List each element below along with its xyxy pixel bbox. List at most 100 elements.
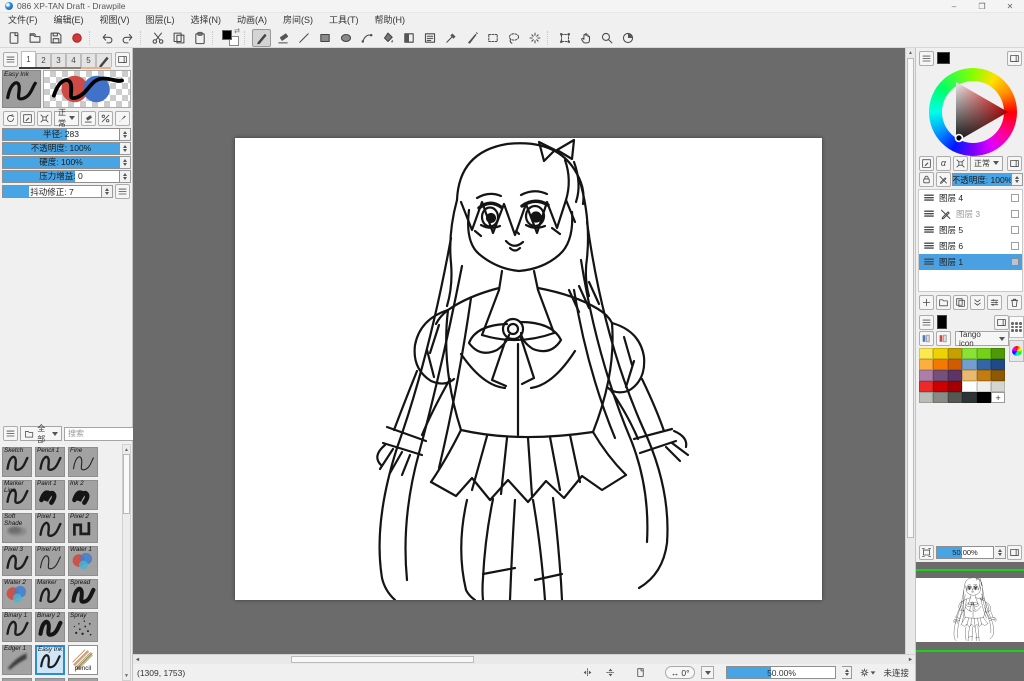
tab-color-wheel[interactable] bbox=[1009, 340, 1024, 362]
brush-slot-tab-5[interactable]: 5 bbox=[81, 53, 96, 67]
layer-row[interactable]: 图层 5 bbox=[919, 222, 1022, 238]
layer-visibility-checkbox[interactable] bbox=[1011, 194, 1019, 202]
brush-preset-spread[interactable]: Spread bbox=[68, 579, 98, 609]
eraser-mode-button[interactable] bbox=[81, 111, 96, 126]
palette-swatch[interactable] bbox=[933, 381, 947, 392]
annotation-button[interactable] bbox=[420, 29, 439, 47]
scroll-up-icon[interactable]: ▲ bbox=[906, 48, 915, 57]
layer-row[interactable]: 图层 3 bbox=[919, 206, 1022, 222]
palette-swatch[interactable] bbox=[977, 392, 991, 403]
brush-slot-tab-4[interactable]: 4 bbox=[66, 53, 81, 67]
line-button[interactable] bbox=[294, 29, 313, 47]
brush-slider[interactable]: 抖动修正: 7 bbox=[2, 185, 102, 198]
layer-row[interactable]: 图层 1 bbox=[919, 254, 1022, 270]
layer-row[interactable]: 图层 4 bbox=[919, 190, 1022, 206]
brush-preset-pixel-3[interactable]: Pixel 3 bbox=[2, 546, 32, 576]
magic-wand-button[interactable] bbox=[525, 29, 544, 47]
delete-layer-button[interactable] bbox=[1007, 295, 1022, 310]
spread-button[interactable] bbox=[37, 111, 52, 126]
navigator-frame-button[interactable] bbox=[919, 545, 934, 560]
record-button[interactable] bbox=[67, 29, 86, 47]
brush-preset-marker-line[interactable]: Marker Line bbox=[2, 480, 32, 510]
brush-preset-water-2[interactable]: Water 2 bbox=[2, 579, 32, 609]
palette-add-color-button[interactable] bbox=[919, 331, 934, 346]
slider-spinner[interactable] bbox=[120, 170, 131, 183]
color-wheel[interactable] bbox=[929, 68, 1017, 156]
menu-item[interactable]: 房间(S) bbox=[275, 13, 321, 28]
percent-mode-button[interactable] bbox=[98, 111, 113, 126]
copy-button[interactable] bbox=[169, 29, 188, 47]
ellipse-tool-button[interactable] bbox=[336, 29, 355, 47]
brush-slot-tab-2[interactable]: 2 bbox=[36, 53, 51, 67]
layer-blend-mode-select[interactable]: 正常 bbox=[970, 156, 1003, 171]
navigator-zoom-spinner[interactable] bbox=[995, 546, 1006, 559]
palette-swatch[interactable] bbox=[991, 359, 1005, 370]
brush-preset-binary-2[interactable]: Binary 2 bbox=[35, 612, 65, 642]
brush-preset-thumbnail[interactable]: Easy Ink bbox=[2, 70, 41, 108]
layer-properties-button[interactable] bbox=[987, 295, 1002, 310]
saturation-triangle[interactable] bbox=[929, 68, 1017, 156]
layer-lock-button[interactable] bbox=[919, 172, 934, 187]
close-button[interactable]: ✕ bbox=[996, 0, 1024, 13]
brush-preset-pixel-art[interactable]: Pixel Art bbox=[35, 546, 65, 576]
preset-filter-select[interactable]: 全部 bbox=[20, 426, 62, 441]
brush-preset-ink-2[interactable]: Ink 2 bbox=[68, 480, 98, 510]
slider-spinner[interactable] bbox=[120, 142, 131, 155]
slider-spinner[interactable] bbox=[120, 156, 131, 169]
preset-dock-menu-button[interactable] bbox=[3, 426, 18, 441]
brush-slider[interactable]: 压力增益: 0 bbox=[2, 170, 120, 183]
layer-opacity-spinner[interactable] bbox=[1012, 173, 1023, 186]
palette-swatch[interactable] bbox=[977, 359, 991, 370]
view-settings-button[interactable] bbox=[859, 665, 876, 680]
brush-preset-pencil-1[interactable]: Pencil 1 bbox=[35, 447, 65, 477]
palette-swatch[interactable] bbox=[991, 348, 1005, 359]
palette-swatch[interactable] bbox=[948, 348, 962, 359]
brush-preset-edger-1[interactable]: Edger 1 bbox=[2, 645, 32, 675]
gradient-button[interactable] bbox=[399, 29, 418, 47]
zoom-button[interactable] bbox=[597, 29, 616, 47]
merge-layer-button[interactable] bbox=[970, 295, 985, 310]
menu-item[interactable]: 帮助(H) bbox=[367, 13, 414, 28]
brush-dock-menu-button[interactable] bbox=[3, 52, 18, 67]
smoothing-config-button[interactable] bbox=[115, 184, 130, 199]
fill-button[interactable] bbox=[378, 29, 397, 47]
pan-button[interactable] bbox=[576, 29, 595, 47]
palette-swatch[interactable] bbox=[977, 381, 991, 392]
menu-item[interactable]: 工具(T) bbox=[321, 13, 367, 28]
slider-spinner[interactable] bbox=[120, 128, 131, 141]
brush-preset-marker[interactable]: Marker bbox=[35, 579, 65, 609]
add-group-button[interactable] bbox=[936, 295, 951, 310]
brush-preset-spray[interactable]: Spray bbox=[68, 612, 98, 642]
drawing-canvas[interactable] bbox=[235, 138, 822, 600]
menu-item[interactable]: 动画(A) bbox=[229, 13, 275, 28]
palette-swatch[interactable] bbox=[948, 370, 962, 381]
reset-brush-button[interactable] bbox=[3, 111, 18, 126]
palette-swatch[interactable] bbox=[933, 370, 947, 381]
menu-item[interactable]: 选择(N) bbox=[183, 13, 230, 28]
palette-swatch[interactable] bbox=[991, 381, 1005, 392]
brush-preset-pixel-2[interactable]: Pixel 2 bbox=[68, 513, 98, 543]
color-dock-menu-button[interactable] bbox=[919, 51, 934, 66]
lasso-button[interactable] bbox=[504, 29, 523, 47]
add-layer-button[interactable] bbox=[919, 295, 934, 310]
tab-palette[interactable] bbox=[1009, 316, 1024, 338]
navigator-config-button[interactable] bbox=[1007, 545, 1022, 560]
palette-add-swatch-button[interactable]: + bbox=[991, 392, 1005, 403]
layer-view-mode-button[interactable] bbox=[919, 156, 934, 171]
palette-swatch[interactable] bbox=[933, 392, 947, 403]
brush-slot-tab-1[interactable]: 1 bbox=[21, 51, 36, 67]
palette-swatch[interactable] bbox=[919, 370, 933, 381]
brush-slot-tab-3[interactable]: 3 bbox=[51, 53, 66, 67]
brush-tab-pen[interactable] bbox=[96, 53, 112, 67]
palette-swatch[interactable] bbox=[933, 359, 947, 370]
save-button[interactable] bbox=[46, 29, 65, 47]
palette-swatch[interactable] bbox=[919, 392, 933, 403]
rotation-dropdown-button[interactable] bbox=[701, 666, 714, 679]
palette-swatch[interactable] bbox=[977, 370, 991, 381]
brush-slider[interactable]: 硬度: 100% bbox=[2, 156, 120, 169]
foreground-background-swatches[interactable]: ⇄ bbox=[222, 29, 239, 46]
palette-swatch[interactable] bbox=[962, 370, 976, 381]
layer-visibility-checkbox[interactable] bbox=[1011, 242, 1019, 250]
zoom-spinner[interactable] bbox=[842, 666, 852, 679]
scroll-up-icon[interactable]: ▲ bbox=[123, 445, 130, 454]
